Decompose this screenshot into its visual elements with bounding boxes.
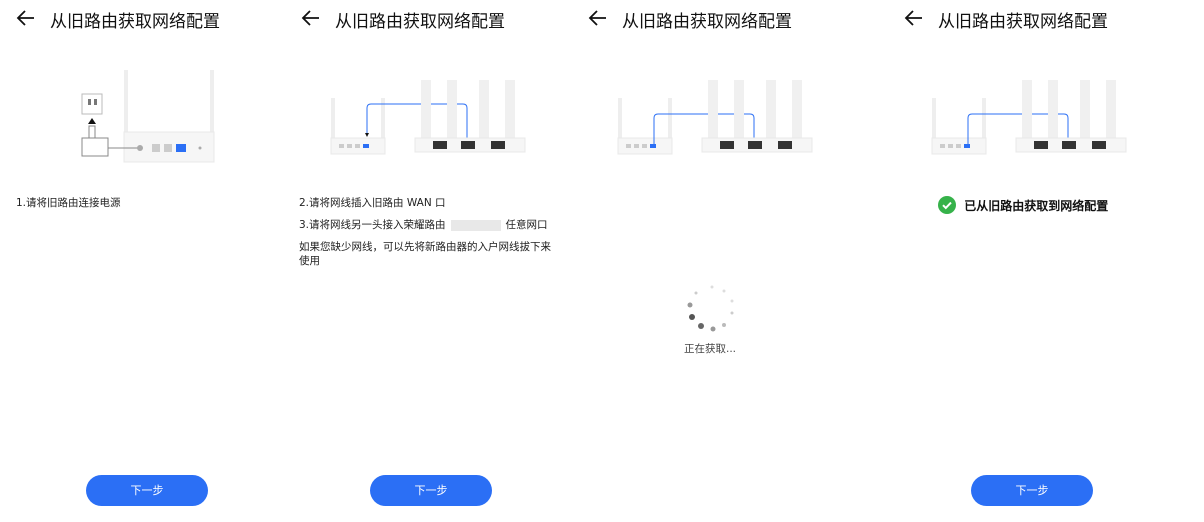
- router-name-placeholder: [450, 219, 501, 231]
- instruction-step-1: 1.请将旧路由连接电源: [16, 197, 121, 209]
- instruction-step-3-suffix: 任意网口: [505, 219, 548, 231]
- cable-hint: 如果您缺少网线，可以先将新路由器的入户网线拔下来使用: [299, 241, 551, 267]
- next-button[interactable]: 下一步: [86, 475, 208, 506]
- cable-connection-illustration: [617, 80, 813, 155]
- cable-connection-illustration: [330, 80, 526, 155]
- back-arrow-icon[interactable]: [902, 6, 926, 30]
- page-title: 从旧路由获取网络配置: [938, 12, 1108, 32]
- cable-connection-illustration: [931, 80, 1127, 155]
- instruction-step-2: 2.请将网线插入旧路由 WAN 口: [299, 197, 446, 209]
- page-title: 从旧路由获取网络配置: [335, 12, 505, 32]
- panel-step-3: 从旧路由获取网络配置 正在获取...: [572, 0, 872, 522]
- loading-text: 正在获取...: [684, 343, 737, 355]
- success-text: 已从旧路由获取到网络配置: [964, 198, 1109, 213]
- panel-step-2: 从旧路由获取网络配置 2.请将网线插入旧路由 WAN 口 3.请将网线另一头接入…: [285, 0, 585, 522]
- next-button[interactable]: 下一步: [370, 475, 492, 506]
- back-arrow-icon[interactable]: [299, 6, 323, 30]
- success-message: 已从旧路由获取到网络配置: [938, 196, 1108, 214]
- success-check-icon: [938, 196, 956, 214]
- panel-step-1: 从旧路由获取网络配置 1.请将旧路由连接电源 下一步: [0, 0, 300, 522]
- page-title: 从旧路由获取网络配置: [50, 12, 220, 32]
- loading-spinner-icon: [687, 285, 734, 332]
- instruction-step-3: 3.请将网线另一头接入荣耀路由 任意网口: [299, 218, 548, 232]
- router-power-illustration: [81, 70, 215, 163]
- back-arrow-icon[interactable]: [586, 6, 610, 30]
- page-title: 从旧路由获取网络配置: [622, 12, 792, 32]
- next-button[interactable]: 下一步: [971, 475, 1093, 506]
- panel-step-4: 从旧路由获取网络配置 已从旧路由获取到网络配置 下一步: [888, 0, 1188, 522]
- instruction-step-3-prefix: 3.请将网线另一头接入荣耀路由: [299, 219, 446, 231]
- back-arrow-icon[interactable]: [14, 6, 38, 30]
